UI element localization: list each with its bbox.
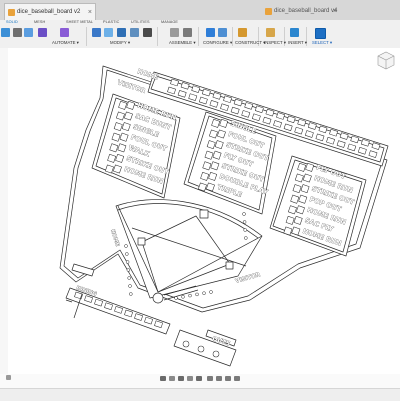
select-icon[interactable] [315, 28, 326, 39]
press-pull-icon[interactable] [92, 28, 101, 37]
move-icon[interactable] [143, 28, 152, 37]
ribbon-tab-plastic[interactable]: PLASTIC [103, 20, 120, 24]
ribbon-tab-utilities[interactable]: UTILITIES [131, 20, 150, 24]
ribbon-tab-solid[interactable]: SOLID [6, 20, 18, 24]
look-at-icon[interactable] [169, 376, 175, 381]
peg-hole [129, 292, 133, 296]
offset-plane-icon[interactable] [238, 28, 247, 37]
peg-hole [209, 290, 213, 294]
group-label-assemble[interactable]: ASSEMBLE ▾ [169, 40, 196, 46]
group-label-inspect[interactable]: INSPECT ▾ [264, 40, 286, 46]
group-label-insert[interactable]: INSERT ▾ [288, 40, 307, 46]
combine-icon[interactable] [130, 28, 139, 37]
joint-icon[interactable] [183, 28, 192, 37]
configure-icon[interactable] [206, 28, 215, 37]
peg-hole [125, 260, 130, 264]
create-sketch-icon[interactable] [24, 28, 33, 37]
peg-hole [202, 291, 206, 295]
peg-hole [195, 292, 199, 297]
viewports-icon[interactable] [225, 376, 231, 381]
first-base [225, 261, 234, 270]
ribbon-tab-manage[interactable]: MANAGE [161, 20, 178, 24]
peg-hole [126, 268, 131, 272]
fillet-icon[interactable] [104, 28, 113, 37]
peg-hole [125, 252, 129, 256]
ribbon-separator [86, 27, 87, 46]
ribbon-tab-sheet-metal[interactable]: SHEET METAL [66, 20, 93, 24]
document-tab-label: dice_baseball_board v4 [274, 8, 338, 14]
grid-settings-icon[interactable] [216, 376, 222, 381]
peg-hole [127, 276, 131, 280]
ribbon-separator [157, 27, 158, 46]
group-label-select[interactable]: SELECT ▾ [312, 40, 332, 46]
group-label-automate[interactable]: AUTOMATE ▾ [52, 40, 79, 46]
peg-hole [124, 244, 128, 248]
peg-hole [188, 293, 192, 298]
design-workspace-icon[interactable] [1, 28, 10, 37]
ribbon-separator [232, 27, 233, 46]
peg-hole [244, 236, 248, 240]
peg-hole [243, 228, 247, 232]
extrude-icon[interactable] [38, 28, 47, 37]
environment-icon[interactable] [234, 376, 240, 381]
pan-icon[interactable] [178, 376, 184, 381]
peg-hole [174, 296, 178, 300]
out-marker [182, 340, 190, 348]
peg-hole [181, 295, 185, 299]
undo-icon[interactable] [13, 28, 22, 37]
peg-hole [128, 284, 132, 288]
document-tab-inactive[interactable]: dice_baseball_board v4 × [262, 3, 340, 20]
canvas-viewport[interactable]: HOME VISITOR HOME VISITOR INNING OUTS HO… [8, 48, 400, 374]
measure-icon[interactable] [266, 28, 275, 37]
document-tab-bar: dice_baseball_board v2 × dice_baseball_b… [0, 0, 400, 21]
document-icon [265, 8, 272, 15]
view-cube[interactable] [374, 50, 396, 70]
document-tab-label: dice_baseball_board v2 [17, 9, 81, 15]
insert-icon[interactable] [290, 28, 299, 37]
document-tab-active[interactable]: dice_baseball_board v2 × [4, 3, 96, 20]
automate-icon[interactable] [60, 28, 69, 37]
out-marker [212, 350, 220, 358]
toolbar-ribbon: SOLID MESH SHEET METAL PLASTIC UTILITIES… [0, 20, 400, 49]
display-settings-icon[interactable] [207, 376, 213, 381]
home-plate [152, 292, 164, 304]
close-tab-icon[interactable]: × [333, 3, 337, 20]
fit-icon[interactable] [196, 376, 202, 381]
close-tab-icon[interactable]: × [88, 4, 92, 21]
third-base [137, 237, 146, 246]
document-icon [8, 9, 15, 16]
zoom-icon[interactable] [187, 376, 193, 381]
orbit-icon[interactable] [160, 376, 166, 381]
second-base [199, 209, 209, 219]
parameters-icon[interactable] [218, 28, 227, 37]
ribbon-separator [198, 27, 199, 46]
out-marker [197, 345, 205, 353]
outs-counter-strip [173, 329, 237, 367]
shell-icon[interactable] [117, 28, 126, 37]
group-label-configure[interactable]: CONFIGURE ▾ [203, 40, 232, 46]
peg-hole [242, 212, 246, 216]
ribbon-tab-mesh[interactable]: MESH [34, 20, 45, 24]
peg-hole [242, 220, 247, 224]
timeline-strip[interactable] [0, 388, 400, 401]
group-label-modify[interactable]: MODIFY ▾ [110, 40, 130, 46]
group-label-construct[interactable]: CONSTRUCT ▾ [235, 40, 265, 46]
board-model: HOME VISITOR HOME VISITOR INNING OUTS HO… [59, 65, 389, 367]
new-component-icon[interactable] [170, 28, 179, 37]
small-indicator-icon [6, 375, 11, 380]
